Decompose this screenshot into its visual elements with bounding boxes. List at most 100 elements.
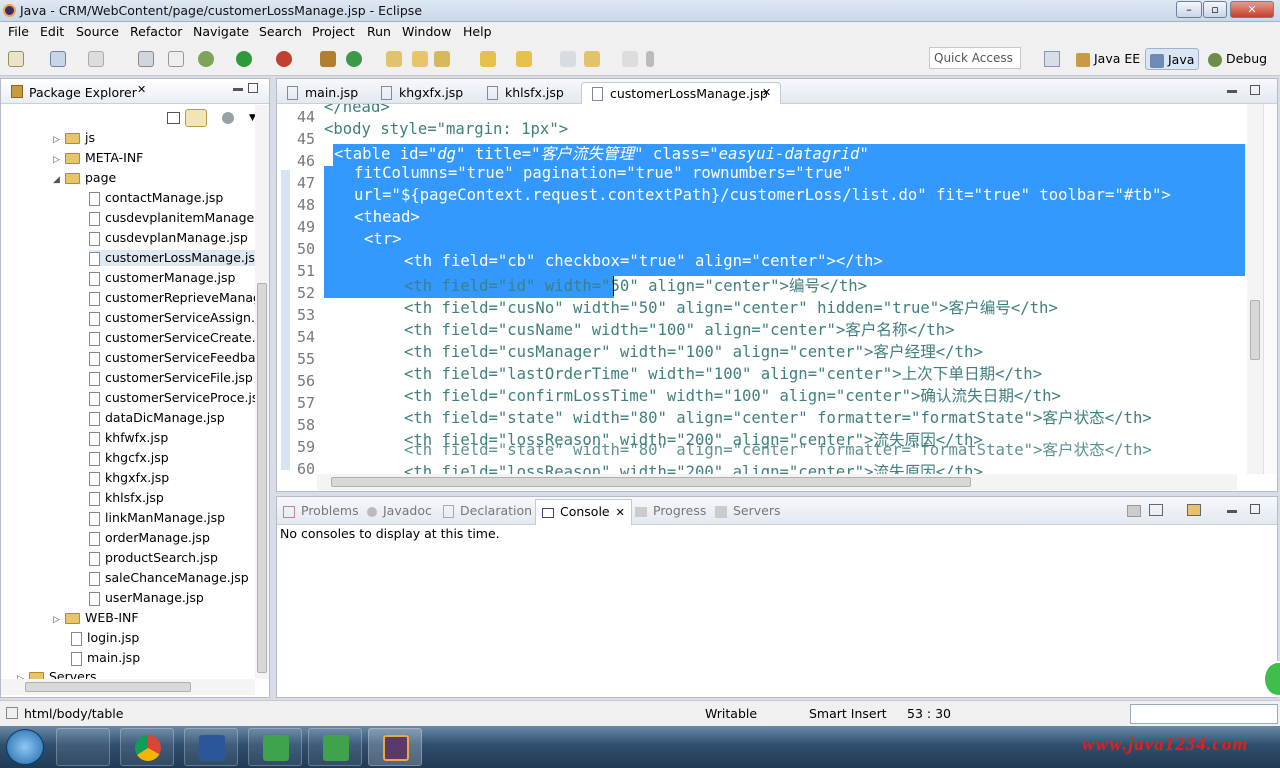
new-icon[interactable]: [8, 51, 24, 67]
collapse-all-icon[interactable]: [167, 112, 180, 124]
chevron-right-icon[interactable]: ▷: [53, 135, 65, 145]
ime-toolbar[interactable]: [1130, 704, 1278, 724]
perspective-java-ee[interactable]: Java EE: [1072, 48, 1144, 70]
pin-console-icon[interactable]: [1127, 505, 1141, 517]
perspective-debug[interactable]: Debug: [1204, 48, 1271, 70]
horizontal-scrollbar[interactable]: [317, 474, 1237, 490]
menu-file[interactable]: File: [8, 24, 29, 39]
taskbar-camtasia-1[interactable]: [248, 728, 302, 766]
menu-refactor[interactable]: Refactor: [130, 24, 182, 39]
scrollbar-thumb[interactable]: [257, 283, 267, 673]
tree-file[interactable]: main.jsp: [71, 650, 140, 666]
tree-file-selected[interactable]: customerLossManage.jsp: [89, 250, 263, 266]
scrollbar-thumb[interactable]: [25, 682, 191, 692]
menu-window[interactable]: Window: [402, 24, 451, 39]
tree-folder-page[interactable]: ◢ page: [53, 170, 116, 185]
tab-customerlossmanage-jsp[interactable]: customerLossManage.jsp ✕: [581, 82, 781, 104]
menu-navigate[interactable]: Navigate: [193, 24, 249, 39]
tree-folder-web-inf[interactable]: ▷ WEB-INF: [53, 610, 139, 625]
start-button[interactable]: [6, 729, 44, 765]
back-icon[interactable]: [584, 51, 600, 67]
code-editor[interactable]: 44 45 46 47 48 49 50 51 52 53 54 55 56 5…: [277, 104, 1247, 474]
close-icon[interactable]: ✕: [762, 86, 771, 99]
open-type-icon[interactable]: [386, 51, 402, 67]
tree-file[interactable]: cusdevplanManage.jsp: [89, 230, 248, 246]
forward-icon[interactable]: [622, 51, 638, 67]
minimize-view-icon[interactable]: [233, 88, 243, 91]
save-all-icon[interactable]: [88, 51, 104, 67]
new-java-package-icon[interactable]: [320, 51, 336, 67]
tree-file[interactable]: khgxfx.jsp: [89, 470, 169, 486]
tree-folder-servers[interactable]: ▷ Servers: [17, 669, 97, 679]
tab-javadoc[interactable]: Javadoc: [367, 503, 432, 518]
maximize-view-icon[interactable]: [1250, 504, 1260, 514]
tab-khlsfx-jsp[interactable]: khlsfx.jsp: [477, 82, 570, 104]
vertical-scrollbar[interactable]: [1247, 104, 1263, 474]
taskbar-camtasia-2[interactable]: [308, 728, 362, 766]
tree-folder-js[interactable]: ▷ js: [53, 130, 95, 145]
focus-icon[interactable]: [222, 112, 234, 124]
menu-edit[interactable]: Edit: [40, 24, 64, 39]
print-icon[interactable]: [138, 51, 154, 67]
menu-run[interactable]: Run: [367, 24, 391, 39]
minimize-view-icon[interactable]: [1227, 90, 1237, 93]
tree-file[interactable]: customerManage.jsp: [89, 270, 235, 286]
tree-file[interactable]: khfwfx.jsp: [89, 430, 168, 446]
link-with-editor-icon[interactable]: [185, 109, 207, 127]
tree-file[interactable]: khlsfx.jsp: [89, 490, 164, 506]
run-icon[interactable]: [236, 51, 252, 67]
scrollbar-thumb[interactable]: [1250, 300, 1260, 360]
tab-console[interactable]: Console ✕: [535, 499, 632, 525]
tree-folder-meta-inf[interactable]: ▷ META-INF: [53, 150, 143, 165]
display-console-icon[interactable]: [1149, 504, 1163, 516]
vertical-scrollbar[interactable]: [255, 105, 269, 679]
skip-breakpoints-icon[interactable]: [168, 51, 184, 67]
close-icon[interactable]: ✕: [616, 506, 625, 519]
debug-icon[interactable]: [198, 51, 214, 67]
tree-file[interactable]: contactManage.jsp: [89, 190, 223, 206]
tree-file[interactable]: customerServiceFeedbacl: [89, 350, 266, 366]
menu-source[interactable]: Source: [76, 24, 119, 39]
tree-file[interactable]: dataDicManage.jsp: [89, 410, 225, 426]
tree-file[interactable]: login.jsp: [71, 630, 139, 646]
tab-problems[interactable]: Problems: [283, 503, 359, 518]
tree-file[interactable]: cusdevplanitemManage.js: [89, 210, 268, 226]
tree-file[interactable]: customerServiceFile.jsp: [89, 370, 253, 386]
save-icon[interactable]: [50, 51, 66, 67]
open-perspective-icon[interactable]: [1044, 51, 1060, 67]
maximize-button[interactable]: ▫: [1203, 1, 1227, 18]
tree-file[interactable]: customerServiceAssign.js: [89, 310, 265, 326]
tree-file[interactable]: orderManage.jsp: [89, 530, 210, 546]
tab-main-jsp[interactable]: main.jsp: [277, 82, 364, 104]
menu-help[interactable]: Help: [463, 24, 492, 39]
minimize-button[interactable]: –: [1176, 1, 1202, 18]
scrollbar-thumb[interactable]: [331, 477, 971, 487]
chevron-down-icon[interactable]: [646, 51, 654, 67]
taskbar-explorer[interactable]: [56, 728, 110, 766]
tree-file[interactable]: khgcfx.jsp: [89, 450, 169, 466]
horizontal-scrollbar[interactable]: [1, 679, 255, 695]
tree-file[interactable]: customerReprieveManag: [89, 290, 261, 306]
maximize-view-icon[interactable]: [248, 83, 258, 93]
close-icon[interactable]: ✕: [137, 83, 146, 96]
close-button[interactable]: ✕: [1230, 1, 1274, 18]
taskbar-eclipse[interactable]: [368, 728, 422, 766]
chevron-right-icon[interactable]: ▷: [53, 155, 65, 165]
minimize-view-icon[interactable]: [1227, 510, 1237, 513]
last-edit-icon[interactable]: [560, 51, 576, 67]
tree-file[interactable]: customerServiceProce.jsp: [89, 390, 266, 406]
perspective-java[interactable]: Java: [1145, 48, 1200, 70]
quick-access-input[interactable]: Quick Access: [929, 47, 1021, 69]
tree-file[interactable]: saleChanceManage.jsp: [89, 570, 249, 586]
tab-servers[interactable]: Servers: [715, 503, 781, 518]
tree-file[interactable]: userManage.jsp: [89, 590, 204, 606]
previous-annotation-icon[interactable]: [516, 51, 532, 67]
menu-search[interactable]: Search: [259, 24, 302, 39]
search-icon[interactable]: [434, 51, 450, 67]
tree-file[interactable]: customerServiceCreate.js: [89, 330, 266, 346]
open-console-icon[interactable]: [1187, 504, 1201, 516]
tree-file[interactable]: linkManManage.jsp: [89, 510, 225, 526]
taskbar-chrome[interactable]: [120, 728, 174, 766]
taskbar-word[interactable]: [184, 728, 238, 766]
chevron-right-icon[interactable]: ▷: [53, 615, 65, 625]
